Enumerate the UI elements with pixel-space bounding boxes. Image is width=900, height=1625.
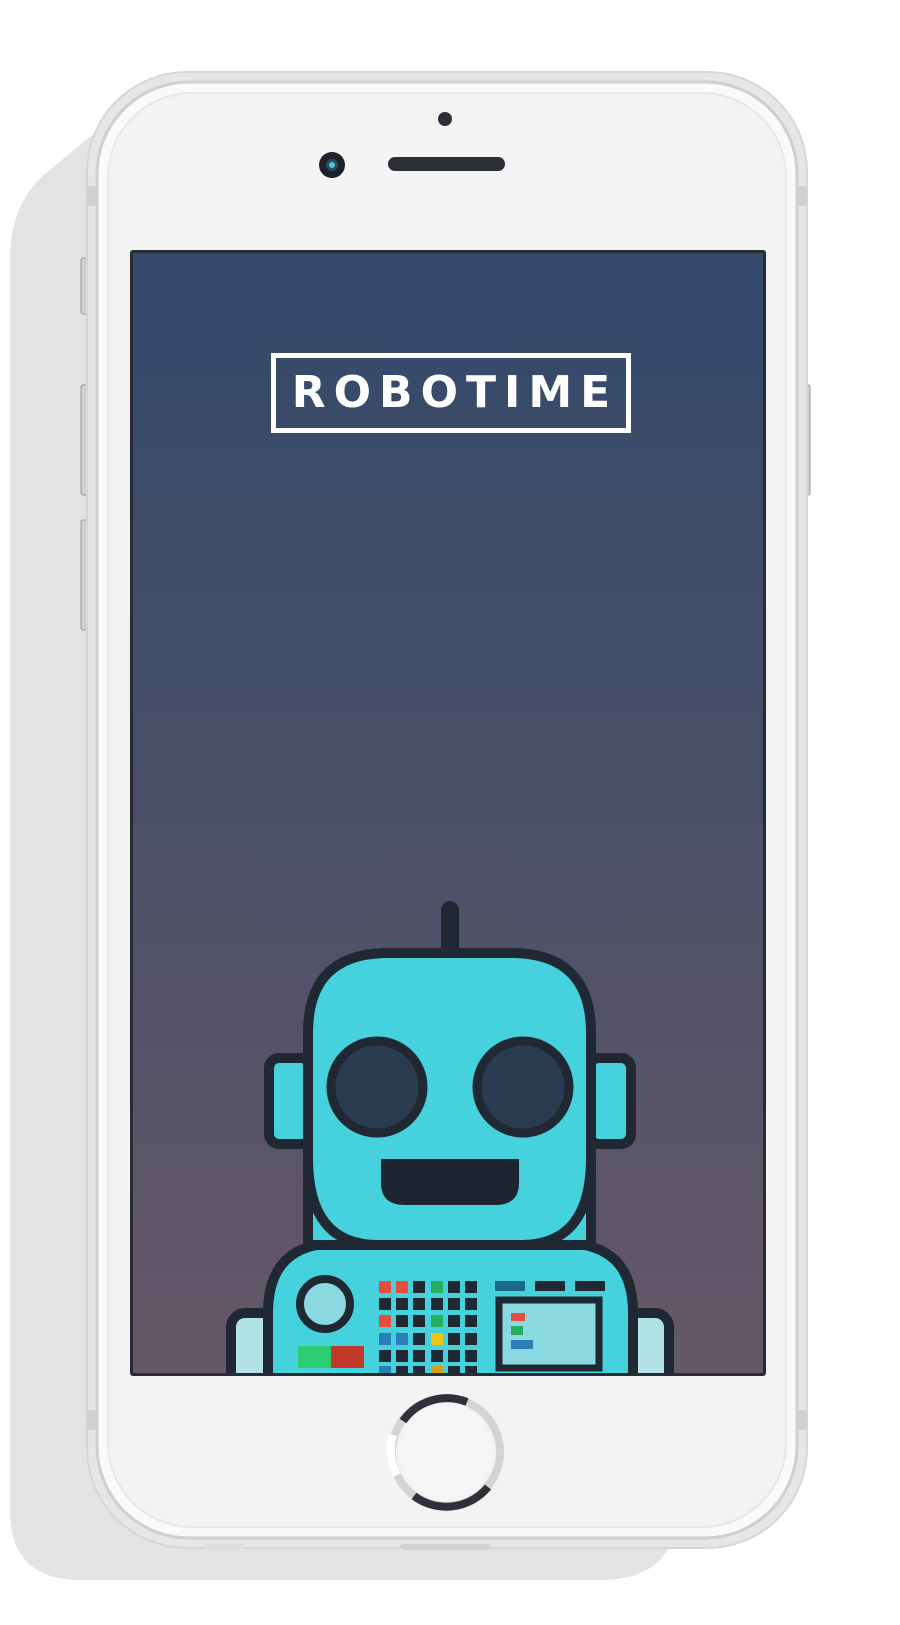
app-screen: ROBOTIME: [130, 250, 766, 1376]
robot-chest-dial: [296, 1275, 354, 1333]
robot-right-eye: [472, 1036, 574, 1138]
earpiece-speaker: [388, 157, 505, 171]
robot-mouth: [381, 1159, 519, 1205]
robot-left-eye: [326, 1036, 428, 1138]
proximity-sensor: [438, 112, 452, 126]
camera-icon: [319, 152, 345, 178]
robot-mascot: [226, 901, 674, 1373]
